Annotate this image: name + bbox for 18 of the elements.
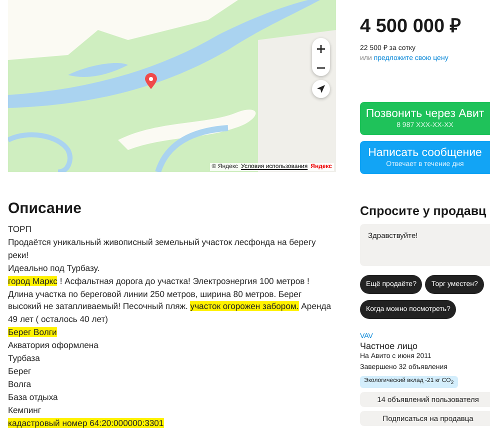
description-text: Берег Волги (8, 326, 58, 340)
seller-type: Частное лицо (360, 341, 418, 351)
description-title: Описание (8, 200, 82, 217)
description-text: Акватория оформлена (8, 339, 100, 352)
ask-seller-title: Спросите у продавц (360, 204, 488, 218)
location-pin-icon (145, 73, 157, 89)
description-text: Идеально под Турбазу. (8, 262, 101, 275)
description-text: База отдыха (8, 390, 59, 404)
description-text: Турбаза (8, 352, 41, 365)
price: 4 500 000 ₽ (360, 15, 462, 38)
description-text: Берег (8, 364, 32, 378)
description-text: Продаётся уникальный живописный земельный участок лесфонда на берегу реки! (8, 236, 317, 262)
description-text: ТОРП (8, 223, 32, 236)
description-text: Кемпинг (8, 404, 42, 417)
zoom-in-icon[interactable] (317, 45, 325, 53)
description-text: кадастровый номер 64:20:000000:3301 (8, 416, 165, 430)
navigation-arrow-icon[interactable] (317, 85, 325, 93)
description-text: Волга (8, 378, 32, 391)
